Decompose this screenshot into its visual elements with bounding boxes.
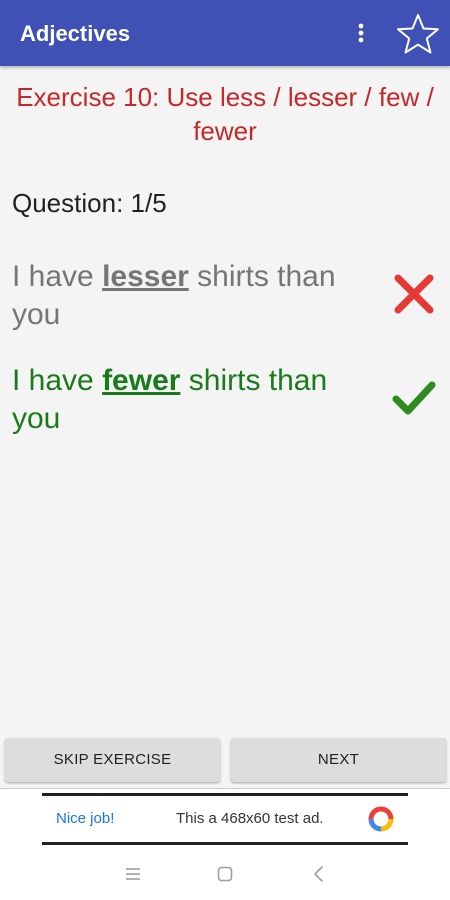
overflow-menu-button[interactable] [348, 18, 374, 48]
more-vert-icon [358, 23, 364, 43]
system-nav-bar [0, 848, 450, 900]
cross-icon [394, 274, 434, 314]
app-title: Adjectives [20, 21, 131, 46]
question-counter: Question: 1/5 [12, 188, 167, 218]
favorite-button[interactable] [396, 12, 440, 56]
answer-keyword: fewer [102, 364, 181, 397]
chevron-left-icon[interactable] [309, 864, 329, 884]
answer-keyword: lesser [102, 260, 189, 293]
wrong-mark [390, 270, 438, 318]
ad-highlight: Nice job! [56, 810, 115, 827]
menu-lines-icon[interactable] [123, 864, 143, 884]
answer-option-correct[interactable]: I have fewer shirts than you [12, 362, 372, 438]
ad-banner[interactable]: Nice job! This a 468x60 test ad. [42, 793, 408, 845]
app-bar: Adjectives [0, 0, 450, 66]
ad-network-logo-icon [368, 806, 394, 832]
square-home-icon[interactable] [215, 864, 235, 884]
check-icon [392, 381, 436, 415]
skip-exercise-button[interactable]: SKIP EXERCISE [5, 738, 220, 782]
next-button[interactable]: NEXT [231, 738, 446, 782]
answer-prefix: I have [12, 260, 103, 293]
star-outline-icon [397, 14, 439, 54]
ad-text: This a 468x60 test ad. [176, 810, 324, 827]
exercise-title: Exercise 10: Use less / lesser / few / f… [16, 82, 434, 146]
answer-prefix: I have [12, 364, 103, 397]
correct-mark [390, 374, 438, 422]
ad-zone: Nice job! This a 468x60 test ad. [0, 788, 450, 849]
answer-option-wrong[interactable]: I have lesser shirts than you [12, 258, 372, 334]
